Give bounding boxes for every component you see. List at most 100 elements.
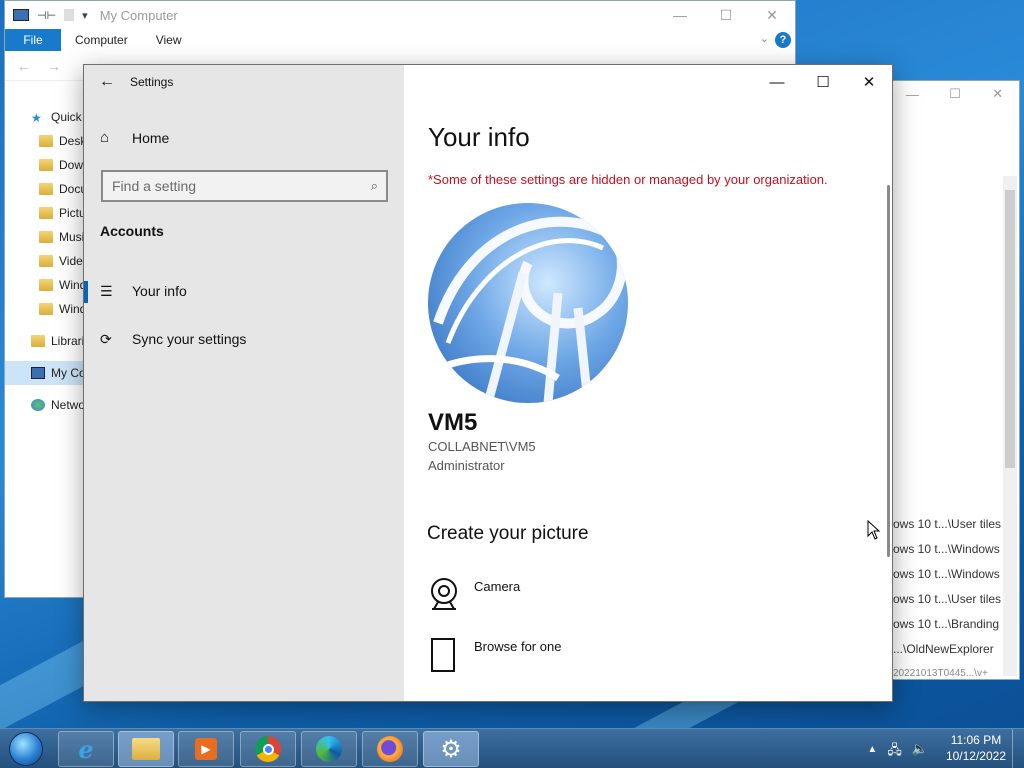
system-tray: ▲ 🖧 🔈 <box>867 741 928 763</box>
window-title: My Computer <box>99 7 178 23</box>
nav-item-folder[interactable]: Pictu <box>5 201 85 225</box>
close-button[interactable]: ✕ <box>976 81 1019 107</box>
nav-item-folder[interactable]: Dowr <box>5 153 85 177</box>
list-item[interactable]: ows 10 t...\Windows <box>891 561 1003 586</box>
clock[interactable]: 11:06 PM 10/12/2022 <box>946 732 1006 764</box>
tab-file[interactable]: File <box>5 29 61 51</box>
mouse-cursor-icon <box>867 520 881 540</box>
clock-date: 10/12/2022 <box>945 749 1006 763</box>
search-input[interactable]: Find a setting ⌕ <box>101 170 388 202</box>
scrollbar-thumb[interactable] <box>1005 190 1015 468</box>
media-player-icon: ▶ <box>195 738 217 760</box>
folder-icon <box>39 255 53 267</box>
network-icon[interactable]: 🖧 <box>887 741 902 763</box>
document-icon <box>428 637 474 678</box>
camera-label: Camera <box>474 579 521 594</box>
section-heading: Accounts <box>100 223 164 239</box>
list-item[interactable]: ows 10 t...\User tiles <box>891 511 1003 536</box>
computer-icon <box>31 367 45 379</box>
window-title: Settings <box>130 75 174 89</box>
taskbar-settings[interactable]: ⚙ <box>423 731 479 767</box>
maximize-button[interactable]: ☐ <box>800 65 846 99</box>
home-link[interactable]: ⌂ Home <box>100 129 169 146</box>
nav-item-folder[interactable]: Musi <box>5 225 85 249</box>
browse-option[interactable]: Browse for one <box>428 637 561 678</box>
nav-item-quick-access[interactable]: ★ Quick <box>5 105 85 129</box>
computer-icon <box>13 9 29 21</box>
user-name: VM5 <box>428 409 478 436</box>
ribbon-area <box>891 107 1019 167</box>
scrollbar[interactable] <box>887 185 890 557</box>
sidebar-item-label: Sync your settings <box>132 331 247 347</box>
explorer-window-2[interactable]: — ☐ ✕ ows 10 t...\User tiles ows 10 t...… <box>890 80 1020 680</box>
list-item[interactable]: ows 10 t...\Windows <box>891 536 1003 561</box>
nav-item-my-computer[interactable]: My Co <box>5 361 85 385</box>
taskbar-internet-explorer[interactable]: e <box>58 731 114 767</box>
user-role: Administrator <box>428 458 505 473</box>
list-item[interactable]: 20221013T0445...\v+ <box>891 661 1003 686</box>
nav-item-folder[interactable]: Docu <box>5 177 85 201</box>
sidebar-item-label: Your info <box>132 283 187 299</box>
minimize-button[interactable]: — <box>754 65 800 99</box>
nav-item-folder[interactable]: Video <box>5 249 85 273</box>
taskbar-file-explorer[interactable] <box>118 731 174 767</box>
folder-icon <box>39 231 53 243</box>
nav-item-folder[interactable]: Windo <box>5 273 85 297</box>
help-icon[interactable]: ? <box>775 32 791 48</box>
search-placeholder: Find a setting <box>112 178 197 194</box>
folder-icon <box>39 207 53 219</box>
nav-item-folder[interactable]: Deskt <box>5 129 85 153</box>
volume-icon[interactable]: 🔈 <box>912 741 928 763</box>
person-list-icon: ☰ <box>100 282 113 299</box>
settings-window[interactable]: ← Settings ⌂ Home Find a setting ⌕ Accou… <box>83 64 893 702</box>
back-arrow-icon[interactable]: ← <box>17 58 31 74</box>
minimize-button[interactable]: — <box>891 81 934 107</box>
list-item[interactable]: ...\OldNewExplorer <box>891 636 1003 661</box>
chevron-up-icon[interactable]: ▲ <box>867 741 877 763</box>
folder-icon <box>39 279 53 291</box>
chevron-down-icon[interactable]: ▾ <box>82 9 88 22</box>
scrollbar[interactable] <box>1003 176 1017 676</box>
maximize-button[interactable]: ☐ <box>934 81 977 107</box>
chrome-icon <box>255 736 281 762</box>
list-item[interactable]: ows 10 t...\User tiles <box>891 586 1003 611</box>
page-title: Your info <box>428 122 530 152</box>
minimize-button[interactable]: — <box>657 1 703 29</box>
user-domain: COLLABNET\VM5 <box>428 439 536 454</box>
sidebar-item-sync-settings[interactable]: ⟳ Sync your settings <box>84 319 404 359</box>
search-icon[interactable]: ⌕ <box>371 178 378 194</box>
properties-icon[interactable]: ⊣⊢ <box>37 9 56 22</box>
start-button[interactable] <box>4 731 48 767</box>
network-icon <box>31 399 45 411</box>
file-list: ows 10 t...\User tiles ows 10 t...\Windo… <box>891 511 1003 686</box>
close-button[interactable]: ✕ <box>749 1 795 29</box>
browse-label: Browse for one <box>474 639 562 654</box>
settings-sidebar: ← Settings ⌂ Home Find a setting ⌕ Accou… <box>84 65 404 701</box>
ribbon: File Computer View ⌄ ? <box>5 29 795 51</box>
settings-titlebar: ← Settings <box>84 65 404 99</box>
taskbar-chrome[interactable] <box>240 731 296 767</box>
nav-item-libraries[interactable]: Librari <box>5 329 85 353</box>
avatar <box>428 203 628 403</box>
taskbar-edge[interactable] <box>301 731 357 767</box>
list-item[interactable]: ows 10 t...\Branding <box>891 611 1003 636</box>
clock-time: 11:06 PM <box>950 733 1002 747</box>
firefox-icon <box>377 736 403 762</box>
tab-computer[interactable]: Computer <box>61 33 142 47</box>
new-folder-icon[interactable] <box>64 9 75 21</box>
camera-option[interactable]: Camera <box>428 577 520 616</box>
back-arrow-icon[interactable]: ← <box>84 73 130 91</box>
show-desktop-button[interactable] <box>1012 729 1024 768</box>
forward-arrow-icon[interactable]: → <box>47 58 61 74</box>
tab-view[interactable]: View <box>142 33 196 47</box>
chevron-down-icon[interactable]: ⌄ <box>760 32 769 45</box>
sidebar-item-your-info[interactable]: ☰ Your info <box>84 271 404 311</box>
nav-item-network[interactable]: Netwo <box>5 393 85 417</box>
nav-item-folder[interactable]: Windo <box>5 297 85 321</box>
edge-icon <box>316 736 342 762</box>
maximize-button[interactable]: ☐ <box>703 1 749 29</box>
taskbar-firefox[interactable] <box>362 731 418 767</box>
close-button[interactable]: ✕ <box>846 65 892 99</box>
home-label: Home <box>132 129 170 146</box>
taskbar-media-player[interactable]: ▶ <box>178 731 234 767</box>
